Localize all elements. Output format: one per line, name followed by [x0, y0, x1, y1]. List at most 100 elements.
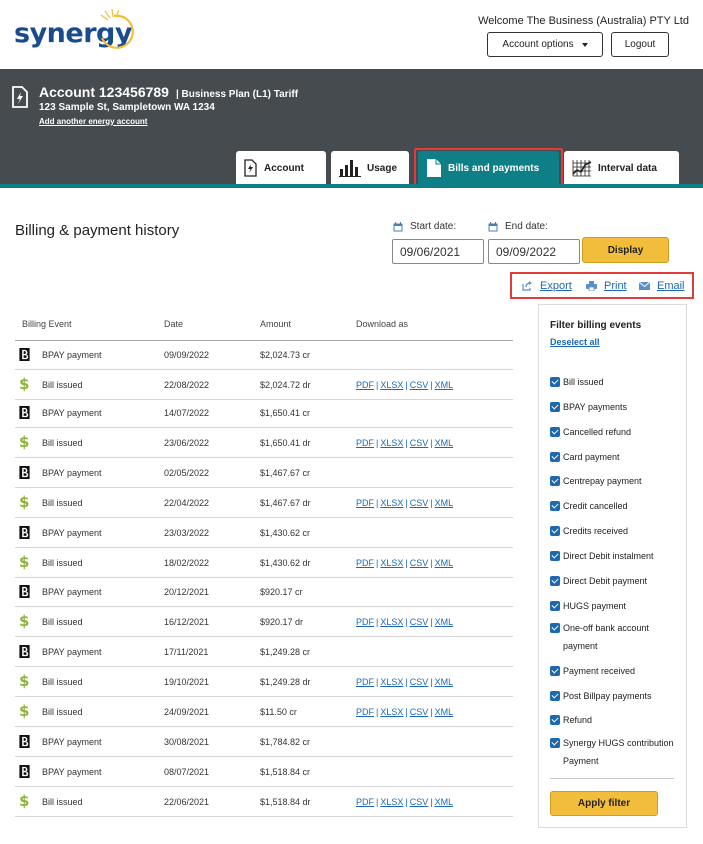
download-pdf-link[interactable]: PDF	[356, 677, 374, 687]
date-cell: 14/07/2022	[164, 407, 210, 418]
download-xlsx-link[interactable]: XLSX	[380, 707, 403, 717]
download-xml-link[interactable]: XML	[435, 558, 454, 568]
filter-option[interactable]: Payment received	[550, 662, 682, 680]
download-xlsx-link[interactable]: XLSX	[380, 380, 403, 390]
download-xlsx-link[interactable]: XLSX	[380, 558, 403, 568]
checkbox-checked-icon[interactable]	[550, 666, 560, 676]
filter-option[interactable]: Synergy HUGS contribution Payment	[550, 734, 682, 770]
download-xml-link[interactable]: XML	[435, 617, 454, 627]
filter-option[interactable]: Card payment	[550, 448, 682, 466]
table-row: $ Bill issued 18/02/2022 $1,430.62 dr PDF | XL…	[15, 548, 513, 578]
download-xlsx-link[interactable]: XLSX	[380, 438, 403, 448]
tab-usage-label: Usage	[367, 162, 398, 174]
date-cell: 20/12/2021	[164, 586, 210, 597]
download-csv-link[interactable]: CSV	[410, 380, 429, 390]
download-pdf-link[interactable]: PDF	[356, 558, 374, 568]
checkbox-checked-icon[interactable]	[550, 576, 560, 586]
download-xlsx-link[interactable]: XLSX	[380, 498, 403, 508]
checkbox-checked-icon[interactable]	[550, 715, 560, 725]
logout-button[interactable]: Logout	[611, 32, 669, 57]
checkbox-checked-icon[interactable]	[550, 526, 560, 536]
filter-option[interactable]: BPAY payments	[550, 398, 682, 416]
event-cell: BPAY payment	[42, 736, 102, 747]
checkbox-checked-icon[interactable]	[550, 551, 560, 561]
download-xml-link[interactable]: XML	[435, 677, 454, 687]
filter-option[interactable]: Post Billpay payments	[550, 687, 682, 705]
download-xml-link[interactable]: XML	[435, 707, 454, 717]
filter-option[interactable]: Bill issued	[550, 373, 682, 391]
separator: |	[430, 706, 433, 717]
filter-option-label: Bill issued	[563, 377, 604, 387]
checkbox-checked-icon[interactable]	[550, 476, 560, 486]
download-pdf-link[interactable]: PDF	[356, 797, 374, 807]
download-csv-link[interactable]: CSV	[410, 677, 429, 687]
filter-option[interactable]: Direct Debit instalment	[550, 547, 682, 565]
checkbox-checked-icon[interactable]	[550, 623, 560, 633]
download-pdf-link[interactable]: PDF	[356, 617, 374, 627]
checkbox-checked-icon[interactable]	[550, 738, 560, 748]
bpay-icon	[19, 757, 30, 786]
download-xlsx-link[interactable]: XLSX	[380, 797, 403, 807]
download-xlsx-link[interactable]: XLSX	[380, 617, 403, 627]
checkbox-checked-icon[interactable]	[550, 402, 560, 412]
table-row: BPAY payment 17/11/2021 $1,249.28 cr	[15, 637, 513, 667]
checkbox-checked-icon[interactable]	[550, 501, 560, 511]
event-cell: BPAY payment	[42, 349, 102, 360]
end-date-input[interactable]: 09/09/2022	[488, 239, 580, 264]
download-xml-link[interactable]: XML	[435, 438, 454, 448]
amount-cell: $1,518.84 cr	[260, 766, 311, 777]
event-cell: Bill issued	[42, 796, 83, 807]
download-xlsx-link[interactable]: XLSX	[380, 677, 403, 687]
checkbox-checked-icon[interactable]	[550, 377, 560, 387]
filter-option[interactable]: Direct Debit payment	[550, 572, 682, 590]
filter-option[interactable]: HUGS payment	[550, 597, 682, 615]
print-link[interactable]: Print	[586, 280, 627, 292]
filter-option[interactable]: Cancelled refund	[550, 423, 682, 441]
tab-account[interactable]: Account	[236, 151, 326, 185]
account-options-button[interactable]: Account options	[487, 32, 603, 57]
event-cell: Bill issued	[42, 676, 83, 687]
deselect-all-link[interactable]: Deselect all	[550, 337, 600, 347]
download-csv-link[interactable]: CSV	[410, 498, 429, 508]
download-csv-link[interactable]: CSV	[410, 438, 429, 448]
separator: |	[405, 379, 408, 390]
checkbox-checked-icon[interactable]	[550, 691, 560, 701]
download-xml-link[interactable]: XML	[435, 797, 454, 807]
synergy-logo[interactable]: synergy	[14, 8, 134, 58]
separator: |	[430, 437, 433, 448]
email-link[interactable]: Email	[639, 280, 685, 292]
calendar-icon	[488, 221, 498, 232]
filter-option[interactable]: Centrepay payment	[550, 472, 682, 490]
download-links: PDF | XLSX | CSV | XML	[356, 428, 453, 457]
event-cell: Bill issued	[42, 706, 83, 717]
filter-option[interactable]: One-off bank account payment	[550, 619, 682, 655]
download-csv-link[interactable]: CSV	[410, 617, 429, 627]
download-pdf-link[interactable]: PDF	[356, 438, 374, 448]
download-xml-link[interactable]: XML	[435, 380, 454, 390]
download-pdf-link[interactable]: PDF	[356, 380, 374, 390]
filter-option[interactable]: Refund	[550, 711, 682, 729]
filter-option[interactable]: Credits received	[550, 522, 682, 540]
separator: |	[376, 706, 379, 717]
download-pdf-link[interactable]: PDF	[356, 498, 374, 508]
export-link[interactable]: Export	[522, 280, 572, 292]
download-csv-link[interactable]: CSV	[410, 797, 429, 807]
separator: |	[405, 706, 408, 717]
download-xml-link[interactable]: XML	[435, 498, 454, 508]
apply-filter-button[interactable]: Apply filter	[550, 791, 658, 816]
download-pdf-link[interactable]: PDF	[356, 707, 374, 717]
add-account-link[interactable]: Add another energy account	[39, 117, 147, 126]
checkbox-checked-icon[interactable]	[550, 601, 560, 611]
amount-cell: $2,024.73 cr	[260, 349, 311, 360]
display-button[interactable]: Display	[582, 237, 669, 263]
checkbox-checked-icon[interactable]	[550, 452, 560, 462]
checkbox-checked-icon[interactable]	[550, 427, 560, 437]
tab-interval-data[interactable]: Interval data	[564, 151, 679, 185]
download-csv-link[interactable]: CSV	[410, 558, 429, 568]
date-cell: 08/07/2021	[164, 766, 210, 777]
table-row: BPAY payment 02/05/2022 $1,467.67 cr	[15, 458, 513, 488]
tab-usage[interactable]: Usage	[331, 151, 409, 185]
filter-option[interactable]: Credit cancelled	[550, 497, 682, 515]
start-date-input[interactable]: 09/06/2021	[392, 239, 484, 264]
download-csv-link[interactable]: CSV	[410, 707, 429, 717]
